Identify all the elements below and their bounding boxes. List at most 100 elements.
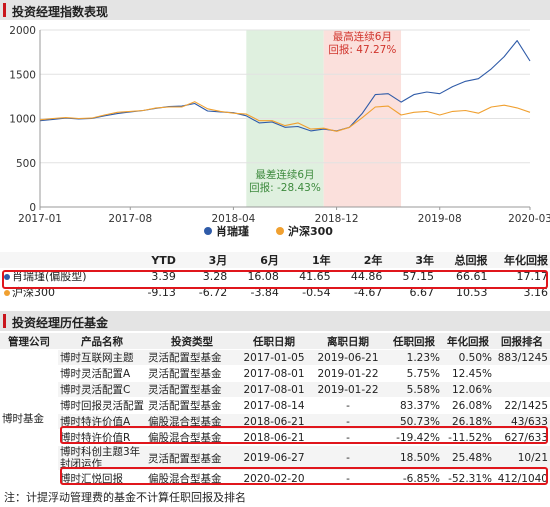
hs300-legend-dot bbox=[4, 290, 10, 296]
start-date: 2017-08-01 bbox=[238, 365, 310, 382]
perf-cell: -4.67 bbox=[353, 285, 383, 299]
x-tick-label: 2019-08 bbox=[418, 213, 462, 225]
perf-header-total: 总回报 bbox=[436, 252, 490, 268]
index-performance-chart: 05001000150020002017-01 2017-08 2018-04 201… bbox=[9, 25, 550, 238]
perf-header-3m: 3月 bbox=[177, 252, 230, 268]
table-row: 博时汇悦回报 偏股混合型基金 2020-02-20 - -6.85% -52.3… bbox=[0, 470, 550, 486]
fund-type: 偏股混合型基金 bbox=[146, 429, 238, 446]
x-tick-label: 2020-03 bbox=[508, 213, 550, 225]
perf-row-label: 沪深300 bbox=[12, 286, 55, 299]
annualized-return: 0.50% bbox=[442, 349, 494, 366]
perf-header-ytd: YTD bbox=[128, 252, 178, 268]
product-name: 博时科创主题3年封闭运作 bbox=[58, 445, 146, 471]
manager-legend-dot bbox=[4, 274, 10, 280]
product-name: 博时回报灵活配置 bbox=[58, 397, 146, 414]
fund-type: 偏股混合型基金 bbox=[146, 470, 238, 486]
end-date: - bbox=[310, 397, 386, 414]
perf-cell: -6.72 bbox=[198, 285, 228, 299]
chart-section-header: 投资经理指数表现 bbox=[0, 0, 550, 20]
manager-legend-label: 肖瑞瑾 bbox=[216, 224, 249, 238]
end-date: - bbox=[310, 413, 386, 430]
fund-type: 偏股混合型基金 bbox=[146, 413, 238, 430]
product-name: 博时汇悦回报 bbox=[58, 470, 146, 486]
start-date: 2017-01-05 bbox=[238, 349, 310, 366]
annualized-return: 12.06% bbox=[442, 381, 494, 398]
table-row: 博时科创主题3年封闭运作 灵活配置型基金 2019-06-27 - 18.50%… bbox=[0, 445, 550, 471]
start-date: 2020-02-20 bbox=[238, 470, 310, 486]
fund-type: 灵活配置型基金 bbox=[146, 445, 238, 471]
y-tick-label: 1000 bbox=[9, 114, 36, 126]
perf-cell: 57.15 bbox=[402, 269, 435, 283]
table-row: 博时灵活配置A 灵活配置型基金 2017-08-01 2019-01-22 5.… bbox=[0, 365, 550, 382]
perf-header-3y: 3年 bbox=[384, 252, 437, 268]
chart-section-title: 投资经理指数表现 bbox=[12, 5, 109, 19]
history-section-title: 投资经理历任基金 bbox=[12, 316, 109, 330]
perf-header-2y: 2年 bbox=[332, 252, 385, 268]
table-row: 博时基金 博时互联网主题 灵活配置型基金 2017-01-05 2019-06-… bbox=[0, 349, 550, 486]
history-header-annualized: 年化回报 bbox=[442, 333, 494, 350]
perf-cell: 3.28 bbox=[202, 269, 228, 283]
perf-cell: 44.86 bbox=[350, 269, 383, 283]
hs300-legend-marker bbox=[276, 227, 284, 235]
tenure-return: 1.23% bbox=[386, 349, 442, 366]
company-cell: 博时基金 bbox=[0, 349, 58, 486]
best-6m-label: 最高连续6月 bbox=[333, 30, 392, 43]
section-accent-bar bbox=[3, 3, 6, 17]
history-header-end: 离职日期 bbox=[310, 333, 386, 350]
perf-cell: -3.84 bbox=[250, 285, 279, 299]
footnote: 注：计提浮动管理费的基金不计算任职回报及排名 bbox=[4, 491, 246, 504]
perf-cell: 6.67 bbox=[409, 285, 435, 299]
annualized-return: 26.18% bbox=[442, 413, 494, 430]
start-date: 2018-06-21 bbox=[238, 413, 310, 430]
perf-cell: 17.17 bbox=[516, 269, 549, 283]
worst-6m-label: 最差连续6月 bbox=[255, 168, 314, 181]
x-tick-label: 2018-12 bbox=[315, 213, 359, 225]
tenure-return: 5.75% bbox=[386, 365, 442, 382]
y-tick-label: 1500 bbox=[9, 69, 36, 81]
end-date: 2019-06-21 bbox=[310, 349, 386, 366]
history-header-type: 投资类型 bbox=[146, 333, 238, 350]
history-header-start: 任职日期 bbox=[238, 333, 310, 350]
best-6m-return: 回报: 47.27% bbox=[328, 43, 396, 56]
perf-cell: -9.13 bbox=[147, 285, 176, 299]
performance-row-hs300: 沪深300 -9.13 -6.72 -3.84 -0.54 -4.67 6.67… bbox=[0, 284, 550, 300]
manager-legend-marker bbox=[204, 227, 212, 235]
y-tick-label: 500 bbox=[16, 158, 36, 170]
perf-header-1y: 1年 bbox=[280, 252, 333, 268]
fund-history-table: 管理公司 产品名称 投资类型 任职日期 离职日期 任职回报 年化回报 回报排名 … bbox=[0, 333, 550, 486]
fund-type: 灵活配置型基金 bbox=[146, 381, 238, 398]
fund-type: 灵活配置型基金 bbox=[146, 349, 238, 366]
start-date: 2019-06-27 bbox=[238, 445, 310, 471]
history-header-company: 管理公司 bbox=[0, 333, 58, 350]
table-row: 博时灵活配置C 灵活配置型基金 2017-08-01 2019-01-22 5.… bbox=[0, 381, 550, 398]
history-header-row: 管理公司 产品名称 投资类型 任职日期 离职日期 任职回报 年化回报 回报排名 bbox=[0, 333, 550, 350]
history-header-rank: 回报排名 bbox=[494, 333, 550, 350]
perf-header-annualized: 年化回报 bbox=[489, 252, 550, 268]
product-name: 博时灵活配置A bbox=[58, 365, 146, 382]
annualized-return: 25.48% bbox=[442, 445, 494, 471]
fund-type: 灵活配置型基金 bbox=[146, 397, 238, 414]
tenure-return: 83.37% bbox=[386, 397, 442, 414]
worst-6m-return: 回报: -28.43% bbox=[249, 181, 321, 194]
section-accent-bar bbox=[3, 314, 6, 328]
perf-cell: 16.08 bbox=[247, 269, 279, 283]
annualized-return: 12.45% bbox=[442, 365, 494, 382]
perf-cell: 3.39 bbox=[151, 269, 176, 283]
perf-cell: 66.61 bbox=[456, 269, 488, 283]
return-rank: 627/633 bbox=[494, 429, 550, 446]
table-row: 博时特许价值A 偏股混合型基金 2018-06-21 - 50.73% 26.1… bbox=[0, 413, 550, 430]
perf-row-name: 肖瑞瑾(偏股型) bbox=[0, 268, 128, 284]
end-date: - bbox=[310, 429, 386, 446]
perf-cell: -0.54 bbox=[302, 285, 331, 299]
perf-cell: 41.65 bbox=[299, 269, 331, 283]
x-tick-label: 2017-01 bbox=[18, 213, 62, 225]
return-rank bbox=[494, 381, 550, 398]
product-name: 博时特许价值R bbox=[58, 429, 146, 446]
perf-header-6m: 6月 bbox=[229, 252, 281, 268]
history-header-tenure-return: 任职回报 bbox=[386, 333, 442, 350]
x-tick-label: 2017-08 bbox=[108, 213, 152, 225]
perf-row-label: 肖瑞瑾(偏股型) bbox=[12, 270, 87, 283]
return-rank: 10/21 bbox=[494, 445, 550, 471]
history-section-header: 投资经理历任基金 bbox=[0, 311, 550, 331]
perf-row-name: 沪深300 bbox=[0, 284, 128, 300]
